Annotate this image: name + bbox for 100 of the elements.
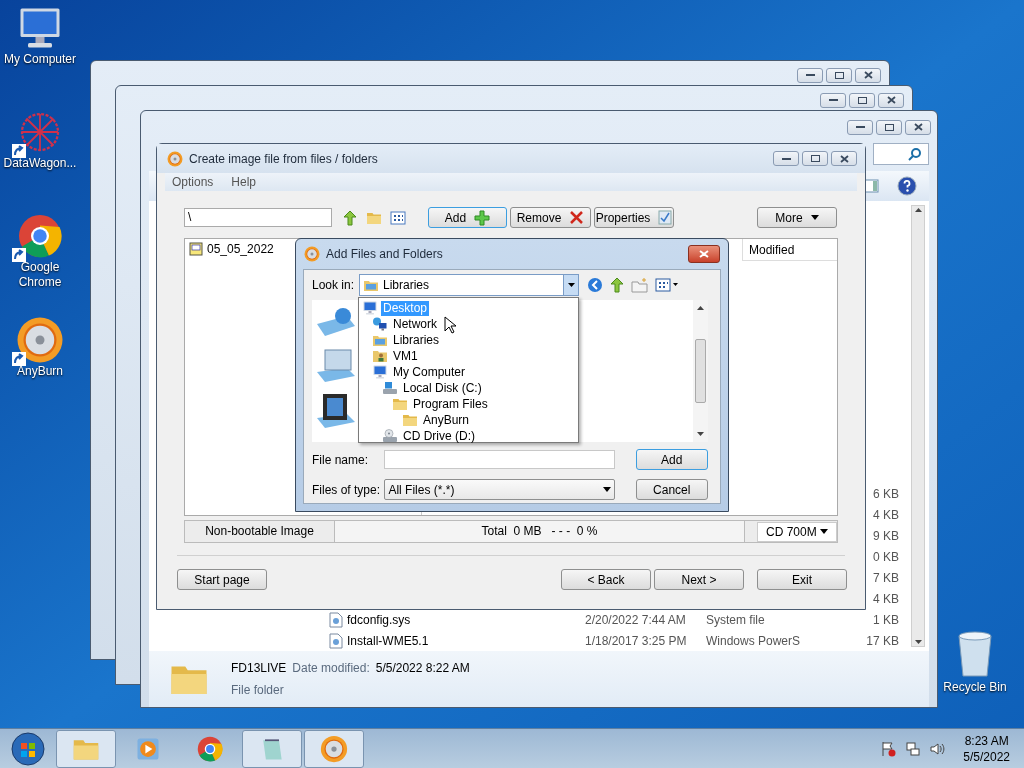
clock-time[interactable]: 8:23 AM	[964, 732, 1009, 749]
speaker-icon[interactable]	[929, 740, 946, 757]
date-label: Date modified:	[292, 660, 370, 677]
close-button[interactable]	[905, 119, 931, 135]
toolbar-button[interactable]: Remove	[510, 207, 591, 228]
plus-icon	[474, 209, 491, 226]
close-icon	[699, 250, 709, 258]
maximize-button[interactable]	[876, 119, 902, 135]
clock-date[interactable]: 5/5/2022	[963, 748, 1010, 765]
file-name: fdconfig.sys	[347, 611, 411, 629]
close-button[interactable]	[831, 151, 857, 166]
file-icon	[329, 611, 343, 628]
file-size: 6 KB	[873, 485, 899, 503]
caret-icon	[820, 529, 828, 534]
add-button[interactable]: Add	[635, 449, 708, 470]
scroll-down-icon[interactable]	[914, 640, 922, 644]
file-row[interactable]: fdconfig.sys 2/20/2022 7:44 AM System file 1 KB	[329, 609, 899, 630]
browser-icon	[16, 212, 64, 260]
maximize-button[interactable]	[826, 67, 852, 83]
scroll-up-icon[interactable]	[697, 306, 704, 310]
flag-icon[interactable]	[881, 740, 898, 757]
desktop-icon-label[interactable]: Recycle Bin	[943, 678, 1007, 696]
file-size: 4 KB	[873, 506, 899, 524]
close-button[interactable]	[688, 245, 720, 263]
back-button[interactable]: < Back	[561, 569, 651, 590]
path-field[interactable]: \	[184, 208, 332, 227]
start-orb-icon	[11, 731, 45, 766]
desktop-icon-label[interactable]: My Computer	[2, 52, 78, 67]
minimize-button[interactable]	[820, 92, 846, 108]
tree-item[interactable]: Local Disk (C:)	[401, 380, 484, 396]
file-type-select[interactable]: All Files (*.*)	[384, 479, 615, 500]
scrollbar[interactable]	[693, 300, 708, 442]
scroll-down-icon[interactable]	[697, 432, 704, 436]
minimize-button[interactable]	[797, 67, 823, 83]
minimize-icon	[828, 98, 838, 102]
caret-icon	[567, 283, 575, 287]
hard-disk-icon	[382, 380, 398, 396]
browser-icon	[196, 734, 224, 763]
up-arrow-icon[interactable]	[342, 209, 358, 226]
next-button[interactable]: Next >	[654, 569, 744, 590]
file-type: Windows PowerS	[706, 632, 802, 650]
close-button[interactable]	[878, 92, 904, 108]
shortcut-arrow-icon	[12, 144, 26, 158]
tree-item[interactable]: Network	[391, 316, 439, 332]
start-page-button[interactable]: Start page	[177, 569, 267, 590]
look-in-combo[interactable]: Libraries	[359, 274, 579, 296]
tree-item[interactable]: 05_05_2022	[207, 240, 274, 258]
grid-view-icon[interactable]	[390, 209, 406, 226]
video-library-icon	[315, 394, 357, 430]
picture-library-icon	[315, 348, 357, 384]
globe-computer-icon	[372, 316, 388, 332]
menu-item[interactable]: Options	[172, 173, 214, 191]
menu-item[interactable]: Help	[231, 173, 257, 191]
capacity-bar: Total 0 MB - - - 0 %	[335, 521, 745, 542]
scroll-up-icon[interactable]	[914, 208, 922, 212]
more-button[interactable]: More	[757, 207, 837, 228]
desktop-icon-label[interactable]: AnyBurn	[2, 364, 78, 379]
file-name-label: File name:	[312, 451, 370, 469]
tree-item[interactable]: AnyBurn	[421, 412, 472, 428]
search-icon	[908, 147, 922, 161]
minimize-button[interactable]	[847, 119, 873, 135]
tree-item[interactable]: CD Drive (D:)	[401, 428, 477, 444]
minimize-icon	[805, 73, 815, 77]
maximize-button[interactable]	[849, 92, 875, 108]
scroll-thumb[interactable]	[695, 339, 706, 403]
close-button[interactable]	[855, 67, 881, 83]
desktop-icon-label[interactable]: DataWagon...	[2, 156, 78, 171]
monitor-icon	[362, 300, 378, 316]
desktop-icon-label[interactable]: Google Chrome	[2, 260, 78, 290]
toolbar-button[interactable]: Properties	[594, 207, 674, 228]
view-menu-icon[interactable]	[655, 278, 679, 292]
caret-icon	[810, 215, 819, 220]
up-arrow-icon[interactable]	[609, 277, 625, 293]
caret-icon	[602, 487, 611, 492]
check-icon	[658, 210, 673, 225]
scrollbar[interactable]	[911, 205, 925, 647]
column-header[interactable]: Modified	[742, 239, 837, 261]
cd-drive-icon	[382, 428, 398, 444]
tree-item[interactable]: My Computer	[391, 364, 468, 380]
cancel-button[interactable]: Cancel	[635, 479, 708, 500]
close-icon	[863, 71, 873, 79]
shortcut-arrow-icon	[12, 352, 26, 366]
tree-item[interactable]: Program Files	[411, 396, 490, 412]
tree-item[interactable]: VM1	[391, 348, 420, 364]
file-size: 9 KB	[873, 527, 899, 545]
maximize-button[interactable]	[802, 151, 828, 166]
help-icon[interactable]	[897, 176, 917, 196]
back-icon[interactable]	[587, 277, 603, 293]
search-field[interactable]	[873, 143, 929, 165]
window-title: Create image file from files / folders	[189, 150, 379, 168]
file-row[interactable]: Install-WME5.1 1/18/2017 3:25 PM Windows PowerS 17 KB	[329, 630, 899, 651]
exit-button[interactable]: Exit	[757, 569, 847, 590]
maximize-icon	[810, 155, 820, 162]
folder-icon	[402, 412, 418, 428]
network-icon[interactable]	[905, 740, 922, 757]
file-name-field[interactable]	[384, 450, 615, 469]
media-select[interactable]: CD 700M	[757, 521, 837, 542]
tree-item[interactable]: Libraries	[391, 332, 442, 348]
minimize-button[interactable]	[773, 151, 799, 166]
toolbar-button[interactable]: Add	[428, 207, 507, 228]
